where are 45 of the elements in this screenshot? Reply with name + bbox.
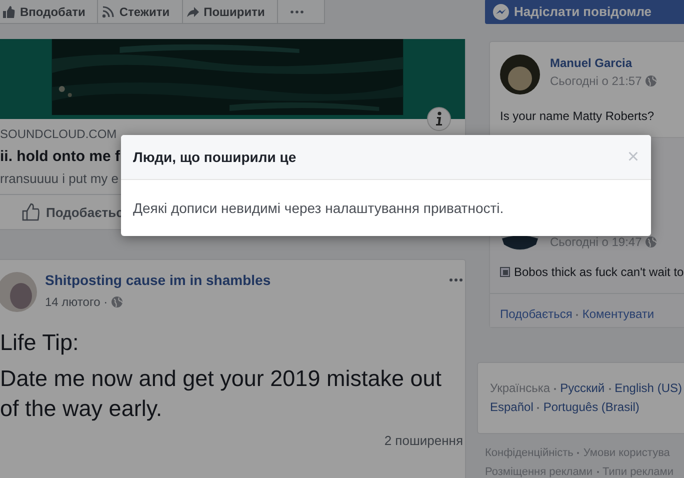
post-date[interactable]: 14 лютого · — [45, 295, 108, 309]
more-icon — [290, 10, 304, 14]
shares-count[interactable]: 2 поширення — [384, 433, 463, 448]
share-arrow-icon — [186, 6, 199, 18]
comment-text: Bobos thick as fuck can't wait to — [514, 265, 684, 279]
avatar-icon[interactable] — [500, 52, 540, 97]
post-text: Date me now and get your 2019 mistake out of the way early. — [0, 365, 443, 423]
send-message-button[interactable]: Надіслати повідомле — [485, 0, 684, 24]
like-button[interactable]: Подобаєтьс — [22, 203, 124, 221]
post-text: Life Tip: — [0, 329, 80, 357]
comment-action-link[interactable]: Коментувати — [582, 307, 654, 321]
link-domain: SOUNDCLOUD.COM — [0, 127, 118, 141]
action-button[interactable]: Поширити — [182, 0, 278, 24]
separator-dot — [577, 452, 580, 454]
thumbs-up-icon — [3, 6, 15, 18]
thumbs-up-icon — [22, 203, 40, 221]
author-name[interactable]: Shitposting cause im in shambles — [45, 272, 271, 288]
separator-dot — [554, 388, 556, 390]
image-icon — [500, 267, 510, 277]
info-icon[interactable] — [427, 107, 451, 131]
comment-time[interactable]: Сьогодні о 21:57 — [550, 74, 642, 88]
separator-dot — [596, 471, 599, 474]
separator-dot — [537, 406, 540, 409]
rss-icon — [102, 6, 114, 18]
comment-time[interactable]: Сьогодні о 19:47 — [550, 235, 642, 249]
author-name[interactable]: Manuel Garcia — [550, 56, 657, 70]
messenger-icon — [493, 4, 509, 20]
more-icon[interactable] — [449, 278, 463, 282]
globe-icon — [644, 75, 657, 87]
language-link[interactable]: English (US) — [614, 381, 682, 395]
separator-dot — [608, 388, 611, 390]
action-button[interactable]: Стежити — [98, 0, 183, 24]
action-button[interactable]: Вподобати — [0, 0, 98, 24]
separator-dot — [576, 314, 578, 316]
language-link[interactable]: Português (Brasil) — [543, 400, 640, 414]
link-description: rransuuuu i put my e — [0, 171, 120, 186]
avatar-icon[interactable] — [0, 272, 37, 312]
language-link[interactable]: Русский — [560, 381, 605, 395]
comment-text: Is your name Matty Roberts? — [499, 108, 656, 125]
dialog-title: Люди, що поширили це — [133, 149, 296, 165]
dialog-message: Деякі дописи невидимі через налаштування приватності. — [133, 200, 504, 216]
language-link[interactable]: Українська — [490, 381, 550, 395]
comment-action-link[interactable]: Подобається — [500, 307, 572, 321]
globe-icon — [110, 296, 123, 308]
language-link[interactable]: Español — [490, 400, 534, 414]
